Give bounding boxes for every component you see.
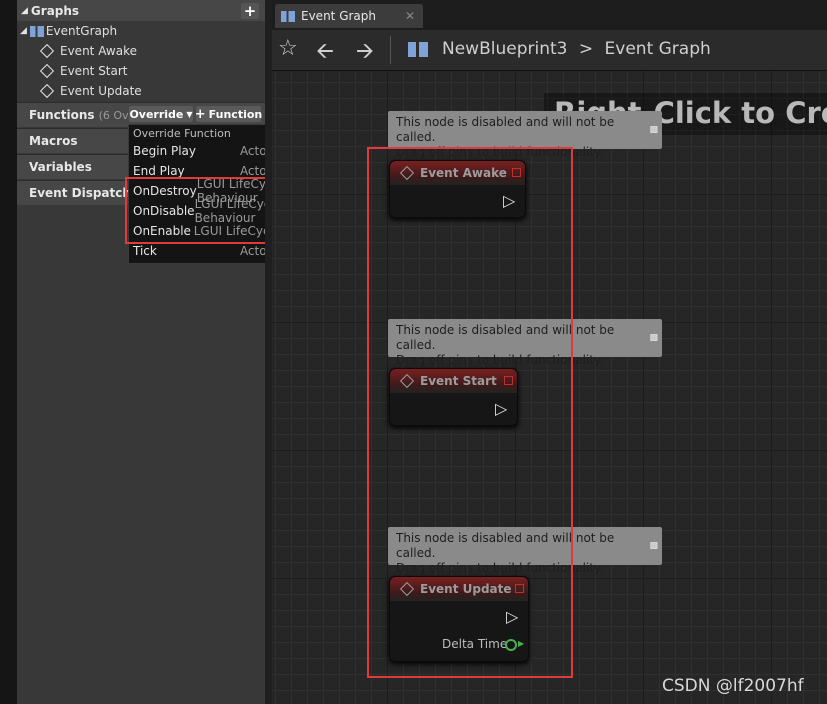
- graph-toolbar: ☆ 🡨 🡪 NewBlueprint3 > Event Graph: [272, 30, 827, 71]
- override-button[interactable]: Override ▼: [129, 106, 193, 122]
- graph-icon: [29, 25, 44, 37]
- tree-item-event-start[interactable]: Event Start: [39, 61, 128, 81]
- variables-label: Variables: [29, 160, 92, 174]
- menu-item-name: Tick: [133, 244, 157, 258]
- event-graph-label: EventGraph: [45, 24, 118, 38]
- graphs-label: Graphs: [30, 3, 80, 18]
- macros-label: Macros: [29, 134, 78, 148]
- pin-icon[interactable]: ▩: [649, 539, 658, 554]
- graph-icon: [281, 10, 295, 22]
- highlight-box-nodes: [367, 147, 573, 678]
- collapse-arrow-icon[interactable]: ◢: [21, 6, 28, 16]
- functions-label: Functions: [29, 108, 95, 122]
- breadcrumb-graph[interactable]: Event Graph: [605, 39, 711, 59]
- event-label: Event Awake: [60, 44, 137, 58]
- credit-watermark: CSDN @lf2007hf: [662, 676, 804, 696]
- tree-item-eventgraph[interactable]: ◢ EventGraph: [20, 21, 117, 41]
- plus-icon: +: [194, 106, 206, 122]
- event-diamond-icon: [39, 63, 55, 79]
- menu-item-name: Begin Play: [133, 144, 197, 158]
- pin-icon[interactable]: ▩: [649, 123, 658, 138]
- breadcrumb: NewBlueprint3 > Event Graph: [442, 39, 711, 59]
- back-arrow-icon[interactable]: 🡨: [316, 34, 334, 72]
- graphs-header[interactable]: ◢ Graphs +: [17, 0, 265, 21]
- graph-canvas[interactable]: Right-Click to Create This node is disab…: [272, 71, 827, 704]
- toolbar-divider: [390, 36, 391, 64]
- comment-bubble: This node is disabled and will not be ca…: [388, 111, 662, 159]
- event-diamond-icon: [39, 83, 55, 99]
- function-label: Function: [208, 107, 263, 121]
- collapse-arrow-icon[interactable]: ◢: [20, 26, 27, 36]
- chevron-down-icon: ▼: [186, 109, 193, 119]
- tab-event-graph[interactable]: Event Graph ✕: [275, 4, 423, 28]
- tab-label: Event Graph: [301, 9, 376, 23]
- breadcrumb-separator: >: [578, 39, 594, 59]
- override-label: Override: [129, 107, 184, 121]
- forward-arrow-icon[interactable]: 🡪: [356, 34, 374, 72]
- menu-item-name: End Play: [133, 164, 185, 178]
- breadcrumb-blueprint[interactable]: NewBlueprint3: [442, 39, 567, 59]
- tree-item-event-awake[interactable]: Event Awake: [39, 41, 137, 61]
- left-edge: [0, 0, 17, 704]
- graph-icon: [408, 42, 428, 57]
- pin-icon[interactable]: ▩: [649, 331, 658, 346]
- star-icon[interactable]: ☆: [278, 36, 298, 61]
- panel-splitter[interactable]: [265, 0, 272, 704]
- event-label: Event Update: [60, 84, 142, 98]
- close-icon[interactable]: ✕: [405, 9, 415, 23]
- add-function-button[interactable]: + Function: [194, 106, 263, 122]
- menu-title-label: Override Function: [133, 126, 231, 140]
- event-diamond-icon: [39, 43, 55, 59]
- add-graph-button[interactable]: +: [241, 2, 259, 20]
- event-label: Event Start: [60, 64, 128, 78]
- tree-item-event-update[interactable]: Event Update: [39, 81, 142, 101]
